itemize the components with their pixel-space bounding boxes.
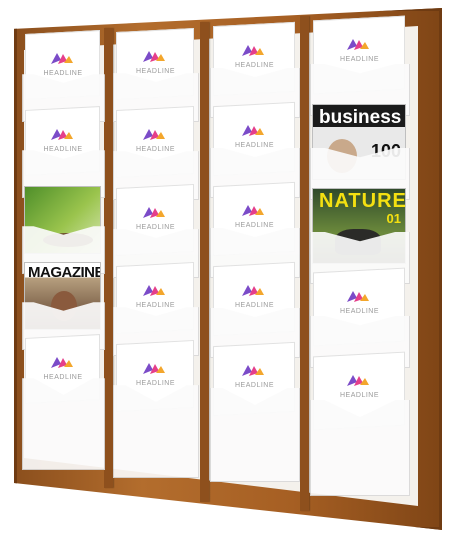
headline-logo-icon [242,365,264,376]
headline-logo-icon [143,363,165,374]
brochure-headline: HEADLINE [136,68,176,75]
brochure-headline: HEADLINE [235,382,275,389]
brochure-headline: HEADLINE [235,222,275,229]
brochure-headline: HEADLINE [43,374,83,381]
headline-logo-icon [347,291,369,302]
headline-logo-icon [143,285,165,296]
column-divider [200,22,209,502]
brochure-headline: HEADLINE [136,380,176,387]
brochure-headline: HEADLINE [340,308,380,315]
headline-logo-icon [50,357,73,368]
nature-title: NATURE [319,190,406,212]
brochure-headline: HEADLINE [235,62,275,69]
brochure-headline: HEADLINE [235,302,275,309]
headline-logo-icon [347,39,369,50]
brochure-headline: HEADLINE [340,392,380,399]
nature-issue: 01 [386,211,401,226]
column-divider [104,28,113,488]
brochure-headline: HEADLINE [43,146,83,153]
business-title: business [319,107,402,128]
headline-logo-icon [50,129,73,140]
brochure-headline: HEADLINE [136,302,176,309]
headline-logo-icon [50,53,73,64]
magazine-title: MAGAZINE [28,264,101,281]
brochure-headline: HEADLINE [340,56,380,63]
headline-logo-icon [347,375,369,386]
brochure-headline: HEADLINE [43,70,83,77]
brochure-headline: HEADLINE [136,224,176,231]
brochure-headline: HEADLINE [235,142,275,149]
brochure-headline: HEADLINE [136,146,176,153]
headline-logo-icon [242,205,264,216]
column-divider [300,16,309,511]
headline-logo-icon [242,45,264,56]
headline-logo-icon [242,285,264,296]
headline-logo-icon [143,51,165,62]
brochure-rack-photo: HEADLINE HEADLINE MAGAZINE HEADLINE HEADLINE… [0,0,453,535]
headline-logo-icon [143,207,165,218]
headline-logo-icon [242,125,264,136]
headline-logo-icon [143,129,165,140]
